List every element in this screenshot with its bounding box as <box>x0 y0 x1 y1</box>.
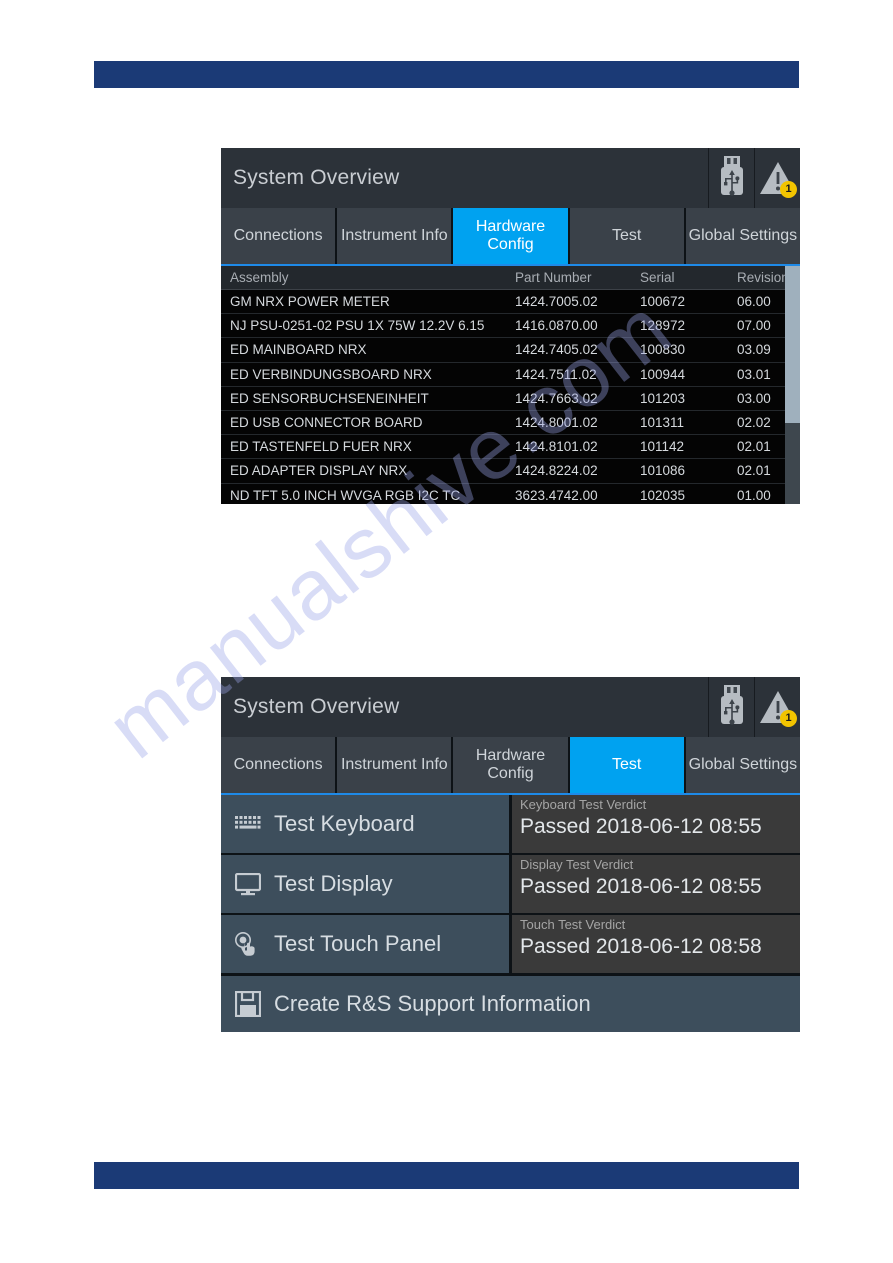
cell-assembly: ED VERBINDUNGSBOARD NRX <box>221 362 506 387</box>
tab-test[interactable]: Test <box>569 208 684 264</box>
cell-assembly: ED USB CONNECTOR BOARD <box>221 410 506 436</box>
cell-assembly: ED SENSORBUCHSENEINHEIT <box>221 386 506 411</box>
table-row[interactable]: ED TASTENFELD FUER NRX 1424.8101.02 101142… <box>221 434 800 460</box>
cell-part-number: 1424.8224.02 <box>506 458 631 484</box>
touch-verdict-box: Touch Test Verdict Passed 2018-06-12 08:… <box>512 915 800 973</box>
create-support-information-label: Create R&S Support Information <box>274 991 591 1016</box>
cell-assembly: ED MAINBOARD NRX <box>221 337 506 363</box>
test-display-label: Test Display <box>274 871 393 896</box>
keyboard-icon <box>233 815 263 833</box>
cell-serial: 100830 <box>631 337 728 363</box>
keyboard-verdict-box: Keyboard Test Verdict Passed 2018-06-12 … <box>512 795 800 853</box>
table-row[interactable]: ED USB CONNECTOR BOARD 1424.8001.02 101311… <box>221 410 800 436</box>
keyboard-verdict-value: Passed 2018-06-12 08:55 <box>520 815 762 838</box>
test-row: Test Keyboard Keyboard Test Verdict Pass… <box>221 795 800 853</box>
display-verdict-box: Display Test Verdict Passed 2018-06-12 0… <box>512 855 800 913</box>
table-row[interactable]: ND TFT 5.0 INCH WVGA RGB I2C TC 3623.4742… <box>221 483 800 504</box>
cell-assembly: GM NRX POWER METER <box>221 289 506 315</box>
table-row[interactable]: GM NRX POWER METER 1424.7005.02 100672 06.0… <box>221 289 800 315</box>
usb-stick-icon <box>720 156 743 196</box>
table-header-row: Assembly Part Number Serial Revision <box>221 266 800 290</box>
cell-part-number: 1424.8001.02 <box>506 410 631 436</box>
title-bar: System Overview 1 <box>221 677 800 737</box>
cell-assembly: ND TFT 5.0 INCH WVGA RGB I2C TC <box>221 483 506 504</box>
system-overview-test-screen: System Overview 1 Connections Instrument… <box>221 677 801 1032</box>
table-row[interactable]: NJ PSU-0251-02 PSU 1X 75W 12.2V 6.15 1416… <box>221 313 800 339</box>
touch-verdict-label: Touch Test Verdict <box>520 917 626 932</box>
tab-bar: Connections Instrument Info Hardware Con… <box>221 737 801 795</box>
tab-instrument-info[interactable]: Instrument Info <box>337 737 452 793</box>
hardware-assembly-table-container: Assembly Part Number Serial Revision GM … <box>221 266 800 504</box>
cell-serial: 100944 <box>631 362 728 387</box>
tab-global-settings[interactable]: Global Settings <box>685 737 801 793</box>
warning-count-badge: 1 <box>780 710 797 727</box>
column-header-assembly: Assembly <box>221 266 506 290</box>
table-scrollbar-thumb[interactable] <box>785 266 800 424</box>
page-title: System Overview <box>233 166 400 189</box>
column-header-part-number: Part Number <box>506 266 631 290</box>
floppy-save-icon <box>233 991 263 1017</box>
page-footer-bar <box>94 1162 799 1189</box>
tab-instrument-info[interactable]: Instrument Info <box>337 208 452 264</box>
cell-part-number: 1424.7405.02 <box>506 337 631 363</box>
test-row: Test Touch Panel Touch Test Verdict Pass… <box>221 915 800 973</box>
test-row: Test Display Display Test Verdict Passed… <box>221 855 800 913</box>
cell-assembly: NJ PSU-0251-02 PSU 1X 75W 12.2V 6.15 <box>221 313 506 339</box>
test-touch-panel-button[interactable]: Test Touch Panel <box>221 915 509 973</box>
table-body: GM NRX POWER METER 1424.7005.02 100672 06.0… <box>221 289 800 504</box>
warning-status-cell[interactable]: 1 <box>754 148 800 208</box>
cell-assembly: ED TASTENFELD FUER NRX <box>221 434 506 460</box>
usb-status-cell[interactable] <box>708 677 754 737</box>
cell-part-number: 1424.7005.02 <box>506 289 631 315</box>
table-row[interactable]: ED SENSORBUCHSENEINHEIT 1424.7663.02 10120… <box>221 386 800 411</box>
tab-hardware-config[interactable]: Hardware Config <box>453 737 568 793</box>
table-row[interactable]: ED MAINBOARD NRX 1424.7405.02 100830 03.09 <box>221 337 800 363</box>
tab-connections[interactable]: Connections <box>221 737 336 793</box>
usb-status-cell[interactable] <box>708 148 754 208</box>
tab-hardware-config[interactable]: Hardware Config <box>453 208 568 264</box>
create-support-information-button[interactable]: Create R&S Support Information <box>221 976 800 1032</box>
table-row[interactable]: ED VERBINDUNGSBOARD NRX 1424.7511.02 10094… <box>221 362 800 387</box>
column-header-serial: Serial <box>631 266 728 290</box>
title-bar: System Overview 1 <box>221 148 800 208</box>
tab-global-settings[interactable]: Global Settings <box>685 208 801 264</box>
page-header-bar <box>94 61 799 88</box>
keyboard-verdict-label: Keyboard Test Verdict <box>520 797 647 812</box>
system-overview-hardware-config-screen: System Overview 1 Connections Instrument… <box>221 148 801 504</box>
touch-verdict-value: Passed 2018-06-12 08:58 <box>520 935 762 958</box>
cell-serial: 101203 <box>631 386 728 411</box>
cell-serial: 100672 <box>631 289 728 315</box>
test-touch-panel-label: Test Touch Panel <box>274 931 442 956</box>
tab-bar: Connections Instrument Info Hardware Con… <box>221 208 801 266</box>
cell-serial: 101311 <box>631 410 728 436</box>
cell-serial: 101142 <box>631 434 728 460</box>
warning-status-cell[interactable]: 1 <box>754 677 800 737</box>
cell-part-number: 1424.8101.02 <box>506 434 631 460</box>
cell-assembly: ED ADAPTER DISPLAY NRX <box>221 458 506 484</box>
test-keyboard-label: Test Keyboard <box>274 811 415 836</box>
test-panel-body: Test Keyboard Keyboard Test Verdict Pass… <box>221 795 800 1032</box>
cell-serial: 102035 <box>631 483 728 504</box>
page-title: System Overview <box>233 695 400 718</box>
cell-serial: 101086 <box>631 458 728 484</box>
warning-count-badge: 1 <box>780 181 797 198</box>
touch-hand-icon <box>233 931 263 957</box>
display-verdict-value: Passed 2018-06-12 08:55 <box>520 875 762 898</box>
tab-connections[interactable]: Connections <box>221 208 336 264</box>
test-keyboard-button[interactable]: Test Keyboard <box>221 795 509 853</box>
cell-part-number: 1416.0870.00 <box>506 313 631 339</box>
cell-part-number: 3623.4742.00 <box>506 483 631 504</box>
table-row[interactable]: ED ADAPTER DISPLAY NRX 1424.8224.02 101086… <box>221 458 800 484</box>
display-verdict-label: Display Test Verdict <box>520 857 634 872</box>
cell-serial: 128972 <box>631 313 728 339</box>
table-header: Assembly Part Number Serial Revision <box>221 266 800 290</box>
hardware-assembly-table: Assembly Part Number Serial Revision GM … <box>221 266 800 504</box>
cell-part-number: 1424.7511.02 <box>506 362 631 387</box>
test-display-button[interactable]: Test Display <box>221 855 509 913</box>
tab-test[interactable]: Test <box>569 737 684 793</box>
usb-stick-icon <box>720 685 743 725</box>
table-vertical-scrollbar[interactable] <box>785 266 800 504</box>
monitor-icon <box>233 872 263 896</box>
cell-part-number: 1424.7663.02 <box>506 386 631 411</box>
